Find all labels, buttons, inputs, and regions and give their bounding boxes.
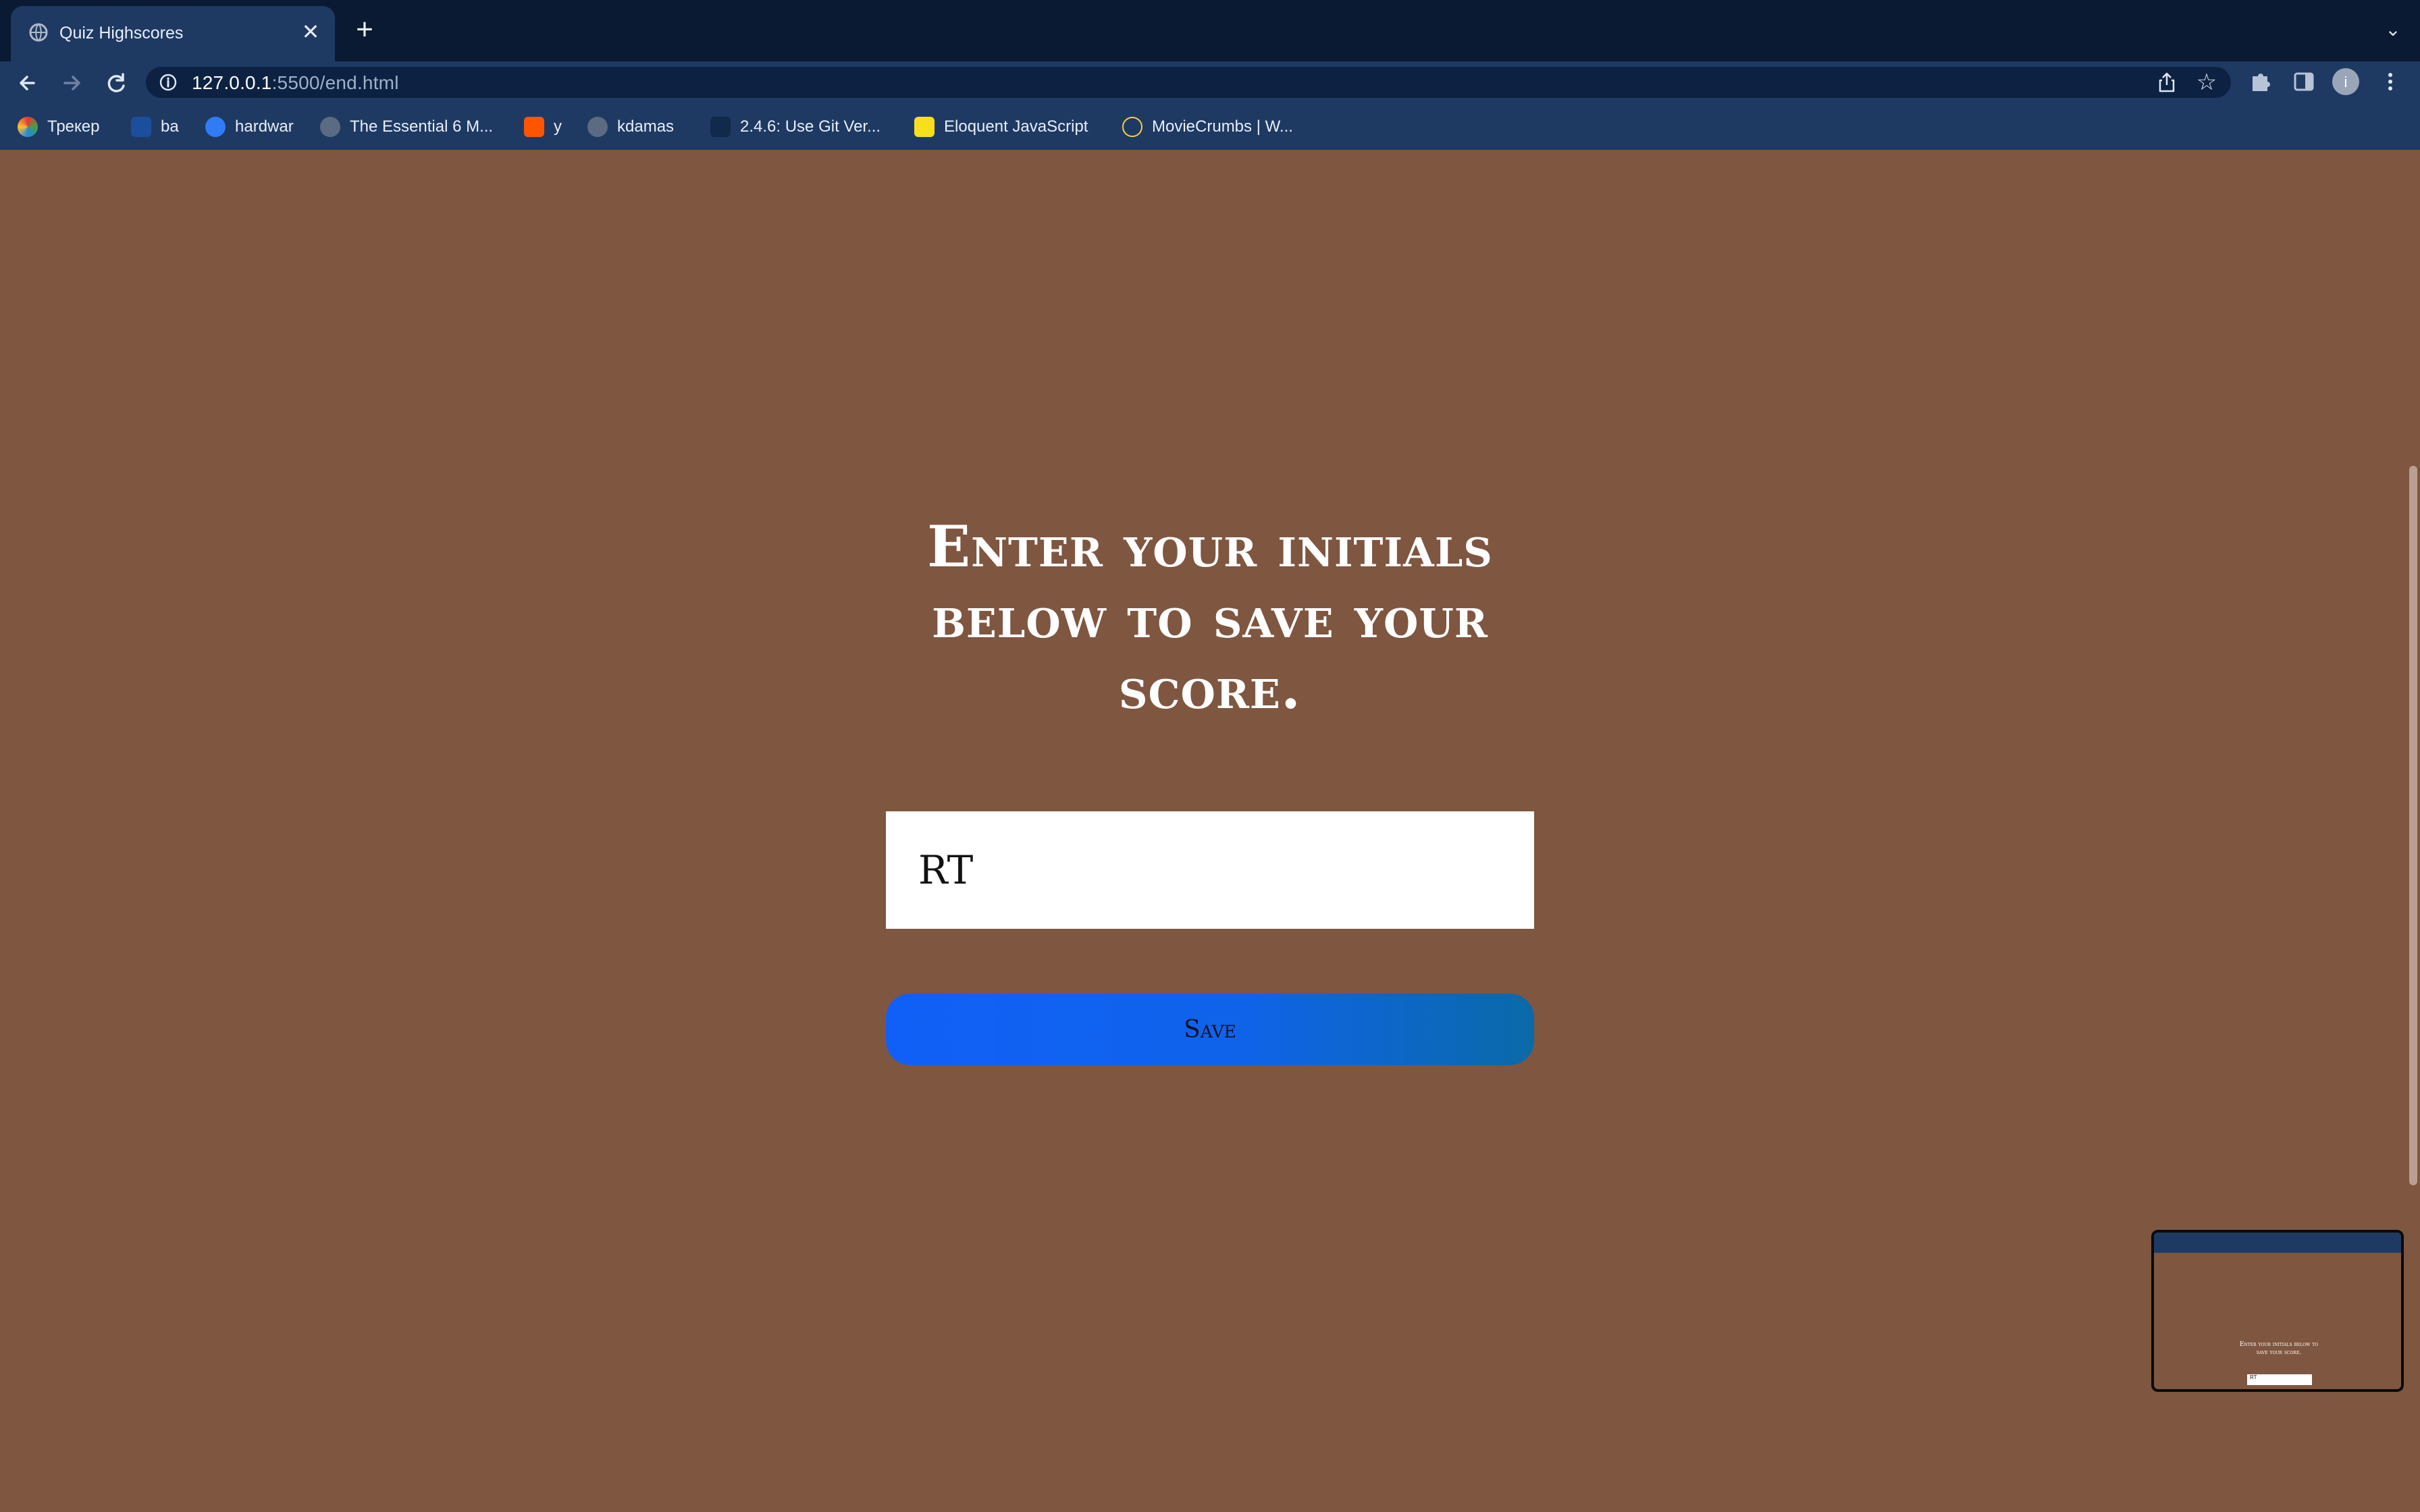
bookmark-label: kdamas — [617, 117, 675, 136]
thumbnail-input: RT — [2247, 1374, 2312, 1385]
thumbnail-browser-bar — [2154, 1233, 2401, 1253]
bookmark-item[interactable]: hardwar — [205, 115, 294, 139]
tab-list-chevron-icon[interactable]: ⌄ — [2382, 19, 2404, 40]
thumbnail-heading: Enter your initials below to save your s… — [2239, 1341, 2319, 1356]
back-arrow-icon — [20, 76, 35, 90]
extensions-puzzle-icon[interactable] — [2246, 67, 2276, 97]
uci-icon — [131, 117, 151, 137]
forward-arrow-icon — [63, 76, 80, 90]
bookmark-label: Eloquent JavaScript — [944, 117, 1088, 136]
bookmark-item[interactable]: kdamas — [587, 115, 674, 139]
page-content: Enter your initials below to save your s… — [0, 150, 2420, 1512]
bookmark-label: MovieCrumbs | W... — [1152, 117, 1293, 136]
reload-icon — [107, 73, 125, 92]
course-icon — [710, 117, 731, 137]
bookmark-item[interactable]: Eloquent JavaScript — [914, 115, 1088, 139]
bookmark-label: 2.4.6: Use Git Ver... — [740, 117, 881, 136]
tracker-icon — [18, 117, 38, 137]
reload-button[interactable] — [101, 68, 131, 98]
bookmark-item[interactable]: y — [524, 115, 562, 139]
bookmark-star-icon[interactable]: ☆ — [2194, 70, 2219, 94]
site-info-icon[interactable] — [158, 72, 178, 92]
bookmark-label: The Essential 6 M... — [350, 117, 494, 136]
scrollbar-thumb[interactable] — [2409, 466, 2417, 1185]
browser-menu-icon[interactable] — [2375, 67, 2405, 97]
share-icon[interactable] — [2157, 72, 2177, 93]
globe-icon — [320, 117, 340, 137]
bookmark-label: hardwar — [235, 117, 294, 136]
bookmark-item[interactable]: ba — [131, 115, 179, 139]
url-text: 127.0.0.1:5500/end.html — [192, 72, 399, 94]
profile-avatar[interactable]: i — [2331, 67, 2361, 97]
globe-icon — [587, 117, 608, 137]
bookmark-item[interactable]: 2.4.6: Use Git Ver... — [710, 115, 880, 139]
address-bar[interactable]: 127.0.0.1:5500/end.html ☆ — [146, 67, 2231, 98]
screenshot-thumbnail[interactable]: Enter your initials below to save your s… — [2151, 1230, 2404, 1392]
browser-tab-strip: Quiz Highscores ✕ + ⌄ — [0, 0, 2420, 61]
initials-input[interactable] — [886, 811, 1534, 929]
forward-button[interactable] — [57, 68, 86, 98]
url-host: 127.0.0.1 — [192, 72, 272, 93]
soundcloud-icon — [524, 117, 544, 137]
bookmark-label: Трекер — [47, 117, 100, 136]
gear-icon — [205, 117, 226, 137]
tab-title: Quiz Highscores — [59, 24, 184, 43]
scrollbar[interactable] — [2406, 150, 2420, 1512]
ejs-icon — [914, 117, 935, 137]
globe-icon — [28, 22, 49, 43]
bookmark-item[interactable]: MovieCrumbs | W... — [1122, 115, 1293, 139]
new-tab-button[interactable]: + — [351, 15, 378, 45]
browser-toolbar: 127.0.0.1:5500/end.html ☆ i — [0, 61, 2420, 103]
bookmarks-bar: Трекер ba hardwar The Essential 6 M... y… — [0, 103, 2420, 150]
url-path: :5500/end.html — [271, 72, 399, 93]
svg-text:i: i — [2344, 74, 2348, 90]
save-button[interactable]: Save — [886, 994, 1534, 1065]
moviecrumbs-icon — [1122, 117, 1142, 137]
back-button[interactable] — [14, 68, 43, 98]
side-panel-icon[interactable] — [2289, 67, 2319, 97]
bookmark-label: ba — [161, 117, 179, 136]
bookmark-item[interactable]: Трекер — [18, 115, 99, 139]
browser-tab-active[interactable]: Quiz Highscores ✕ — [11, 6, 335, 61]
close-tab-icon[interactable]: ✕ — [298, 20, 323, 44]
bookmark-item[interactable]: The Essential 6 M... — [320, 115, 493, 139]
page-heading: Enter your initials below to save your s… — [927, 513, 1493, 722]
bookmark-label: y — [554, 117, 562, 136]
